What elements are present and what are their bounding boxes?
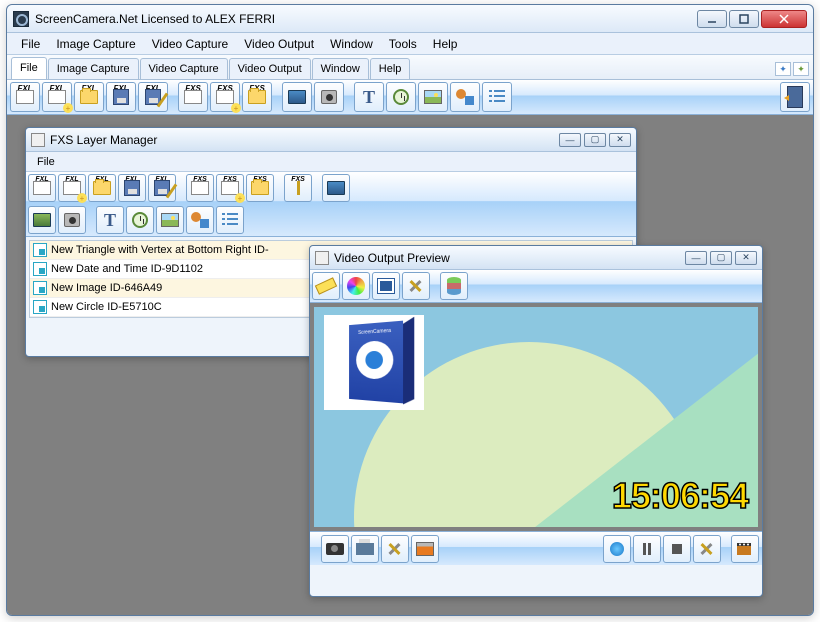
fxs-new-button[interactable]: FXS [178,82,208,112]
layer-icon [33,243,47,257]
tab-video-output[interactable]: Video Output [229,58,311,79]
movie-button[interactable] [731,535,759,563]
main-window: ScreenCamera.Net Licensed to ALEX FERRI … [6,4,814,616]
webcam-button[interactable] [314,82,344,112]
layer-mgr-min[interactable]: — [559,133,581,147]
preview-window: Video Output Preview — ▢ ✕ [309,245,763,597]
menu-window[interactable]: Window [322,35,381,53]
layer-mgr-menu: File [26,152,636,172]
layer-icon [33,262,47,276]
snapshot-button[interactable] [321,535,349,563]
menu-file[interactable]: File [13,35,48,53]
layer-mgr-toolbar: FXL FXL+ FXL FXL FXL FXS FXS+ FXS FXS T [26,172,636,237]
layer-icon [33,300,47,314]
scene-button[interactable] [411,535,439,563]
preview-bottom-toolbar [310,531,762,565]
fxl-new-button[interactable]: FXL [10,82,40,112]
pause-button[interactable] [633,535,661,563]
lm-fxs-open[interactable]: FXS [246,174,274,202]
menu-tools[interactable]: Tools [381,35,425,53]
tab-image-capture[interactable]: Image Capture [48,58,139,79]
ruler-button[interactable] [312,272,340,300]
minimize-button[interactable] [697,10,727,28]
preview-title: Video Output Preview [334,251,685,265]
lm-fxl-add[interactable]: FXL+ [58,174,86,202]
lm-fxl-save[interactable]: FXL [118,174,146,202]
database-button[interactable] [440,272,468,300]
menu-video-output[interactable]: Video Output [236,35,322,53]
lm-text[interactable]: T [96,206,124,234]
lm-screen[interactable] [28,206,56,234]
fxl-save-button[interactable]: FXL [106,82,136,112]
tab-help[interactable]: Help [370,58,411,79]
lm-shapes[interactable] [186,206,214,234]
options-icon[interactable]: ✦ [775,62,791,76]
layer-mgr-title: FXS Layer Manager [50,133,559,147]
preview-icon [315,251,329,265]
main-menubar: File Image Capture Video Capture Video O… [7,33,813,55]
main-toolbar: FXL FXL+ FXL FXL FXL FXS FXS+ FXS T [7,80,813,115]
shapes-button[interactable] [450,82,480,112]
layer-mgr-menu-file[interactable]: File [31,155,61,169]
maximize-button[interactable] [729,10,759,28]
preview-min[interactable]: — [685,251,707,265]
preview-datetime-layer: 15:06:54 [612,475,748,517]
layer-mgr-close[interactable]: ✕ [609,133,631,147]
preview-canvas[interactable]: ScreenCamera 15:06:54 [314,307,758,527]
color-wheel-button[interactable] [342,272,370,300]
preview-image-layer: ScreenCamera [324,315,424,410]
fullscreen-button[interactable] [372,272,400,300]
lm-fxs-add[interactable]: FXS+ [216,174,244,202]
lm-fxs-brush[interactable]: FXS [284,174,312,202]
lm-list[interactable] [216,206,244,234]
menu-video-capture[interactable]: Video Capture [144,35,237,53]
lm-fxl-open[interactable]: FXL [88,174,116,202]
record-tools-button[interactable] [693,535,721,563]
menu-image-capture[interactable]: Image Capture [48,35,143,53]
fxs-open-button[interactable]: FXS [242,82,272,112]
tab-window[interactable]: Window [312,58,369,79]
tab-video-capture[interactable]: Video Capture [140,58,228,79]
fxs-new-add-button[interactable]: FXS+ [210,82,240,112]
lm-fxl-new[interactable]: FXL [28,174,56,202]
layer-mgr-titlebar[interactable]: FXS Layer Manager — ▢ ✕ [26,128,636,152]
tab-file[interactable]: File [11,57,47,79]
layer-mgr-icon [31,133,45,147]
image-button[interactable] [418,82,448,112]
main-tabbar: File Image Capture Video Capture Video O… [7,55,813,80]
clock-button[interactable] [386,82,416,112]
lm-image[interactable] [156,206,184,234]
fxl-open-button[interactable]: FXL [74,82,104,112]
lm-monitor[interactable] [322,174,350,202]
lm-clock[interactable] [126,206,154,234]
pin-icon[interactable]: ✦ [793,62,809,76]
preview-max[interactable]: ▢ [710,251,732,265]
fxl-saveas-button[interactable]: FXL [138,82,168,112]
preview-body: ScreenCamera 15:06:54 [310,303,762,531]
text-button[interactable]: T [354,82,384,112]
layer-icon [33,281,47,295]
stop-button[interactable] [663,535,691,563]
print-button[interactable] [351,535,379,563]
app-title: ScreenCamera.Net Licensed to ALEX FERRI [35,12,697,26]
lm-fxl-saveas[interactable]: FXL [148,174,176,202]
layer-mgr-max[interactable]: ▢ [584,133,606,147]
tools-button[interactable] [402,272,430,300]
main-titlebar[interactable]: ScreenCamera.Net Licensed to ALEX FERRI [7,5,813,33]
preview-top-toolbar [310,270,762,303]
preview-titlebar[interactable]: Video Output Preview — ▢ ✕ [310,246,762,270]
record-list-button[interactable] [482,82,512,112]
monitor-button[interactable] [282,82,312,112]
snapshot-tools-button[interactable] [381,535,409,563]
preview-close[interactable]: ✕ [735,251,757,265]
lm-webcam[interactable] [58,206,86,234]
menu-help[interactable]: Help [425,35,466,53]
exit-button[interactable] [780,82,810,112]
fxl-new-add-button[interactable]: FXL+ [42,82,72,112]
lm-fxs-new[interactable]: FXS [186,174,214,202]
record-button[interactable] [603,535,631,563]
mdi-area: FXS Layer Manager — ▢ ✕ File FXL FXL+ FX… [7,115,813,615]
app-icon [13,11,29,27]
close-button[interactable] [761,10,807,28]
